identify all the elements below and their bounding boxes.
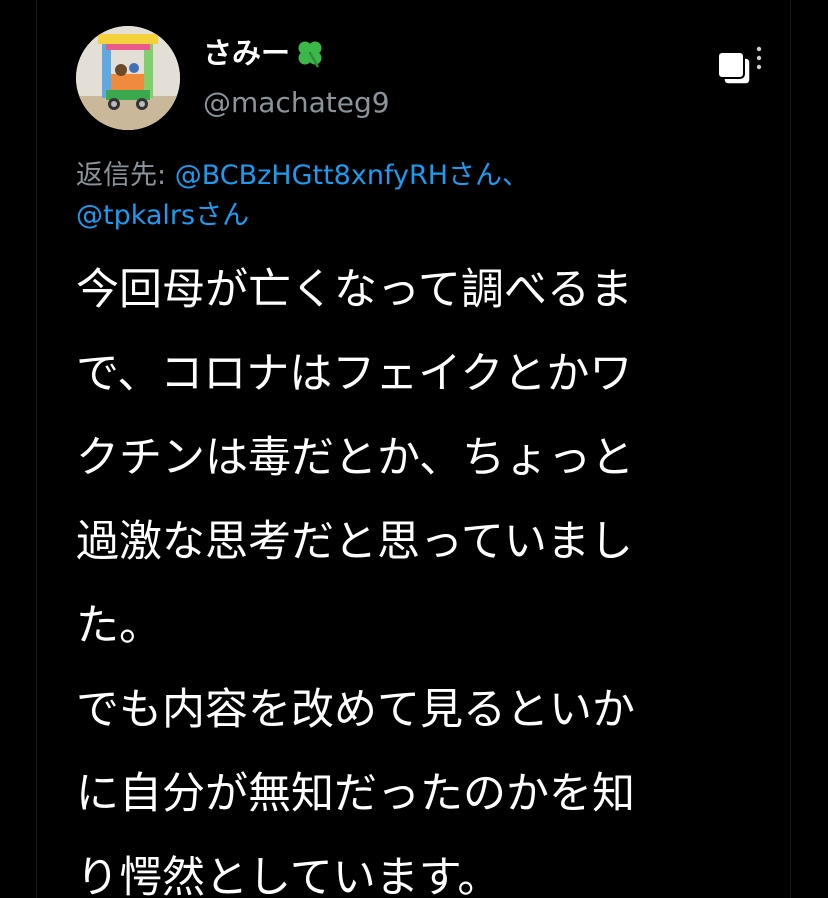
reply-mention-1[interactable]: @BCBzHGtt8xnfyRH (175, 160, 448, 191)
reply-suffix-1[interactable]: さん、 (448, 160, 529, 191)
tweet-line: クチンは毒だとか、ちょっと (76, 433, 635, 483)
tweet-line: でも内容を改めて見るといか (76, 685, 635, 735)
reply-suffix-2[interactable]: さん (195, 200, 249, 231)
display-name-text: さみー (203, 36, 291, 70)
four-leaf-clover-icon (298, 41, 322, 68)
reply-to-line1: 返信先: @BCBzHGtt8xnfyRHさん、 (76, 160, 529, 191)
reply-to-line2: @tpkalrsさん (76, 196, 529, 236)
reply-mention-2[interactable]: @tpkalrs (76, 200, 195, 231)
display-name[interactable]: さみー (203, 34, 326, 72)
more-vertical-icon[interactable] (753, 44, 765, 74)
tweet-text: 今回母が亡くなって調べるま で、コロナはフェイクとかワ クチンは毒だとか、ちょっ… (76, 248, 776, 898)
user-handle[interactable]: @machateg9 (203, 84, 390, 122)
tweet-line: 今回母が亡くなって調べるま (76, 265, 633, 315)
avatar[interactable] (76, 26, 180, 130)
reply-prefix: 返信先: (76, 160, 175, 191)
tweet-line: で、コロナはフェイクとかワ (76, 349, 633, 399)
left-border (36, 0, 37, 898)
toy-blocks-icon (76, 26, 180, 130)
copy-icon[interactable] (714, 48, 754, 88)
tweet-line: た。 (76, 601, 162, 651)
tweet-line: り愕然としています。 (76, 853, 501, 898)
right-border (790, 0, 791, 898)
tweet-line: に自分が無知だったのかを知 (76, 769, 635, 819)
tweet-line: 過激な思考だと思っていまし (76, 517, 633, 567)
reply-to: 返信先: @BCBzHGtt8xnfyRHさん、 @tpkalrsさん (76, 156, 529, 236)
